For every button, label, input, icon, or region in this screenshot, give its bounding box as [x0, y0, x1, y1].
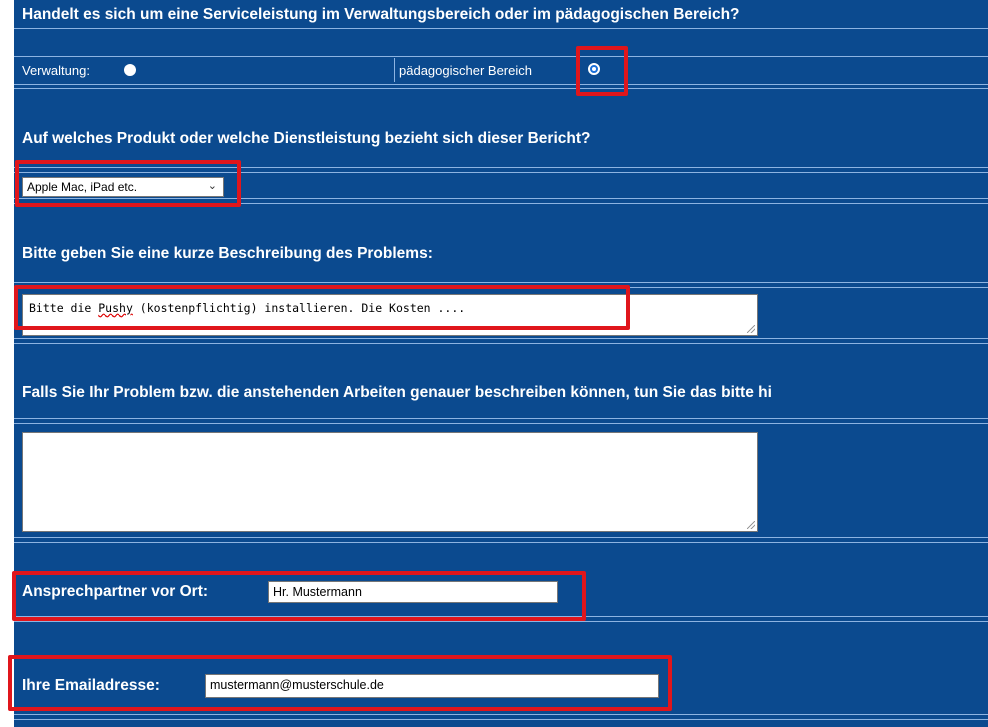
highlight-box: [15, 160, 241, 207]
separator: [14, 84, 988, 85]
highlight-box: [576, 46, 628, 96]
highlight-box: [14, 285, 630, 330]
separator: [14, 418, 988, 419]
column-separator: [394, 58, 395, 82]
detailed-description-question: Falls Sie Ihr Problem bzw. die anstehend…: [22, 384, 772, 401]
separator: [14, 542, 988, 543]
separator: [14, 719, 988, 720]
resize-handle-icon[interactable]: [747, 521, 755, 529]
separator: [14, 28, 988, 29]
product-question: Auf welches Produkt oder welche Dienstle…: [22, 130, 591, 147]
separator: [14, 714, 988, 715]
separator: [14, 343, 988, 344]
admin-radio[interactable]: [124, 64, 136, 76]
admin-option-label: Verwaltung:: [22, 63, 90, 78]
pedagogic-option-label: pädagogischer Bereich: [399, 63, 532, 78]
resize-handle-icon[interactable]: [747, 325, 755, 333]
separator: [14, 282, 988, 283]
detailed-description-textarea[interactable]: [22, 432, 758, 532]
separator: [14, 621, 988, 622]
separator: [14, 88, 988, 89]
highlight-box: [12, 571, 586, 621]
separator: [14, 338, 988, 339]
service-area-question: Handelt es sich um eine Serviceleistung …: [22, 6, 740, 23]
highlight-box: [8, 655, 672, 711]
separator: [14, 423, 988, 424]
separator: [14, 56, 988, 57]
separator: [14, 537, 988, 538]
short-description-question: Bitte geben Sie eine kurze Beschreibung …: [22, 245, 433, 262]
